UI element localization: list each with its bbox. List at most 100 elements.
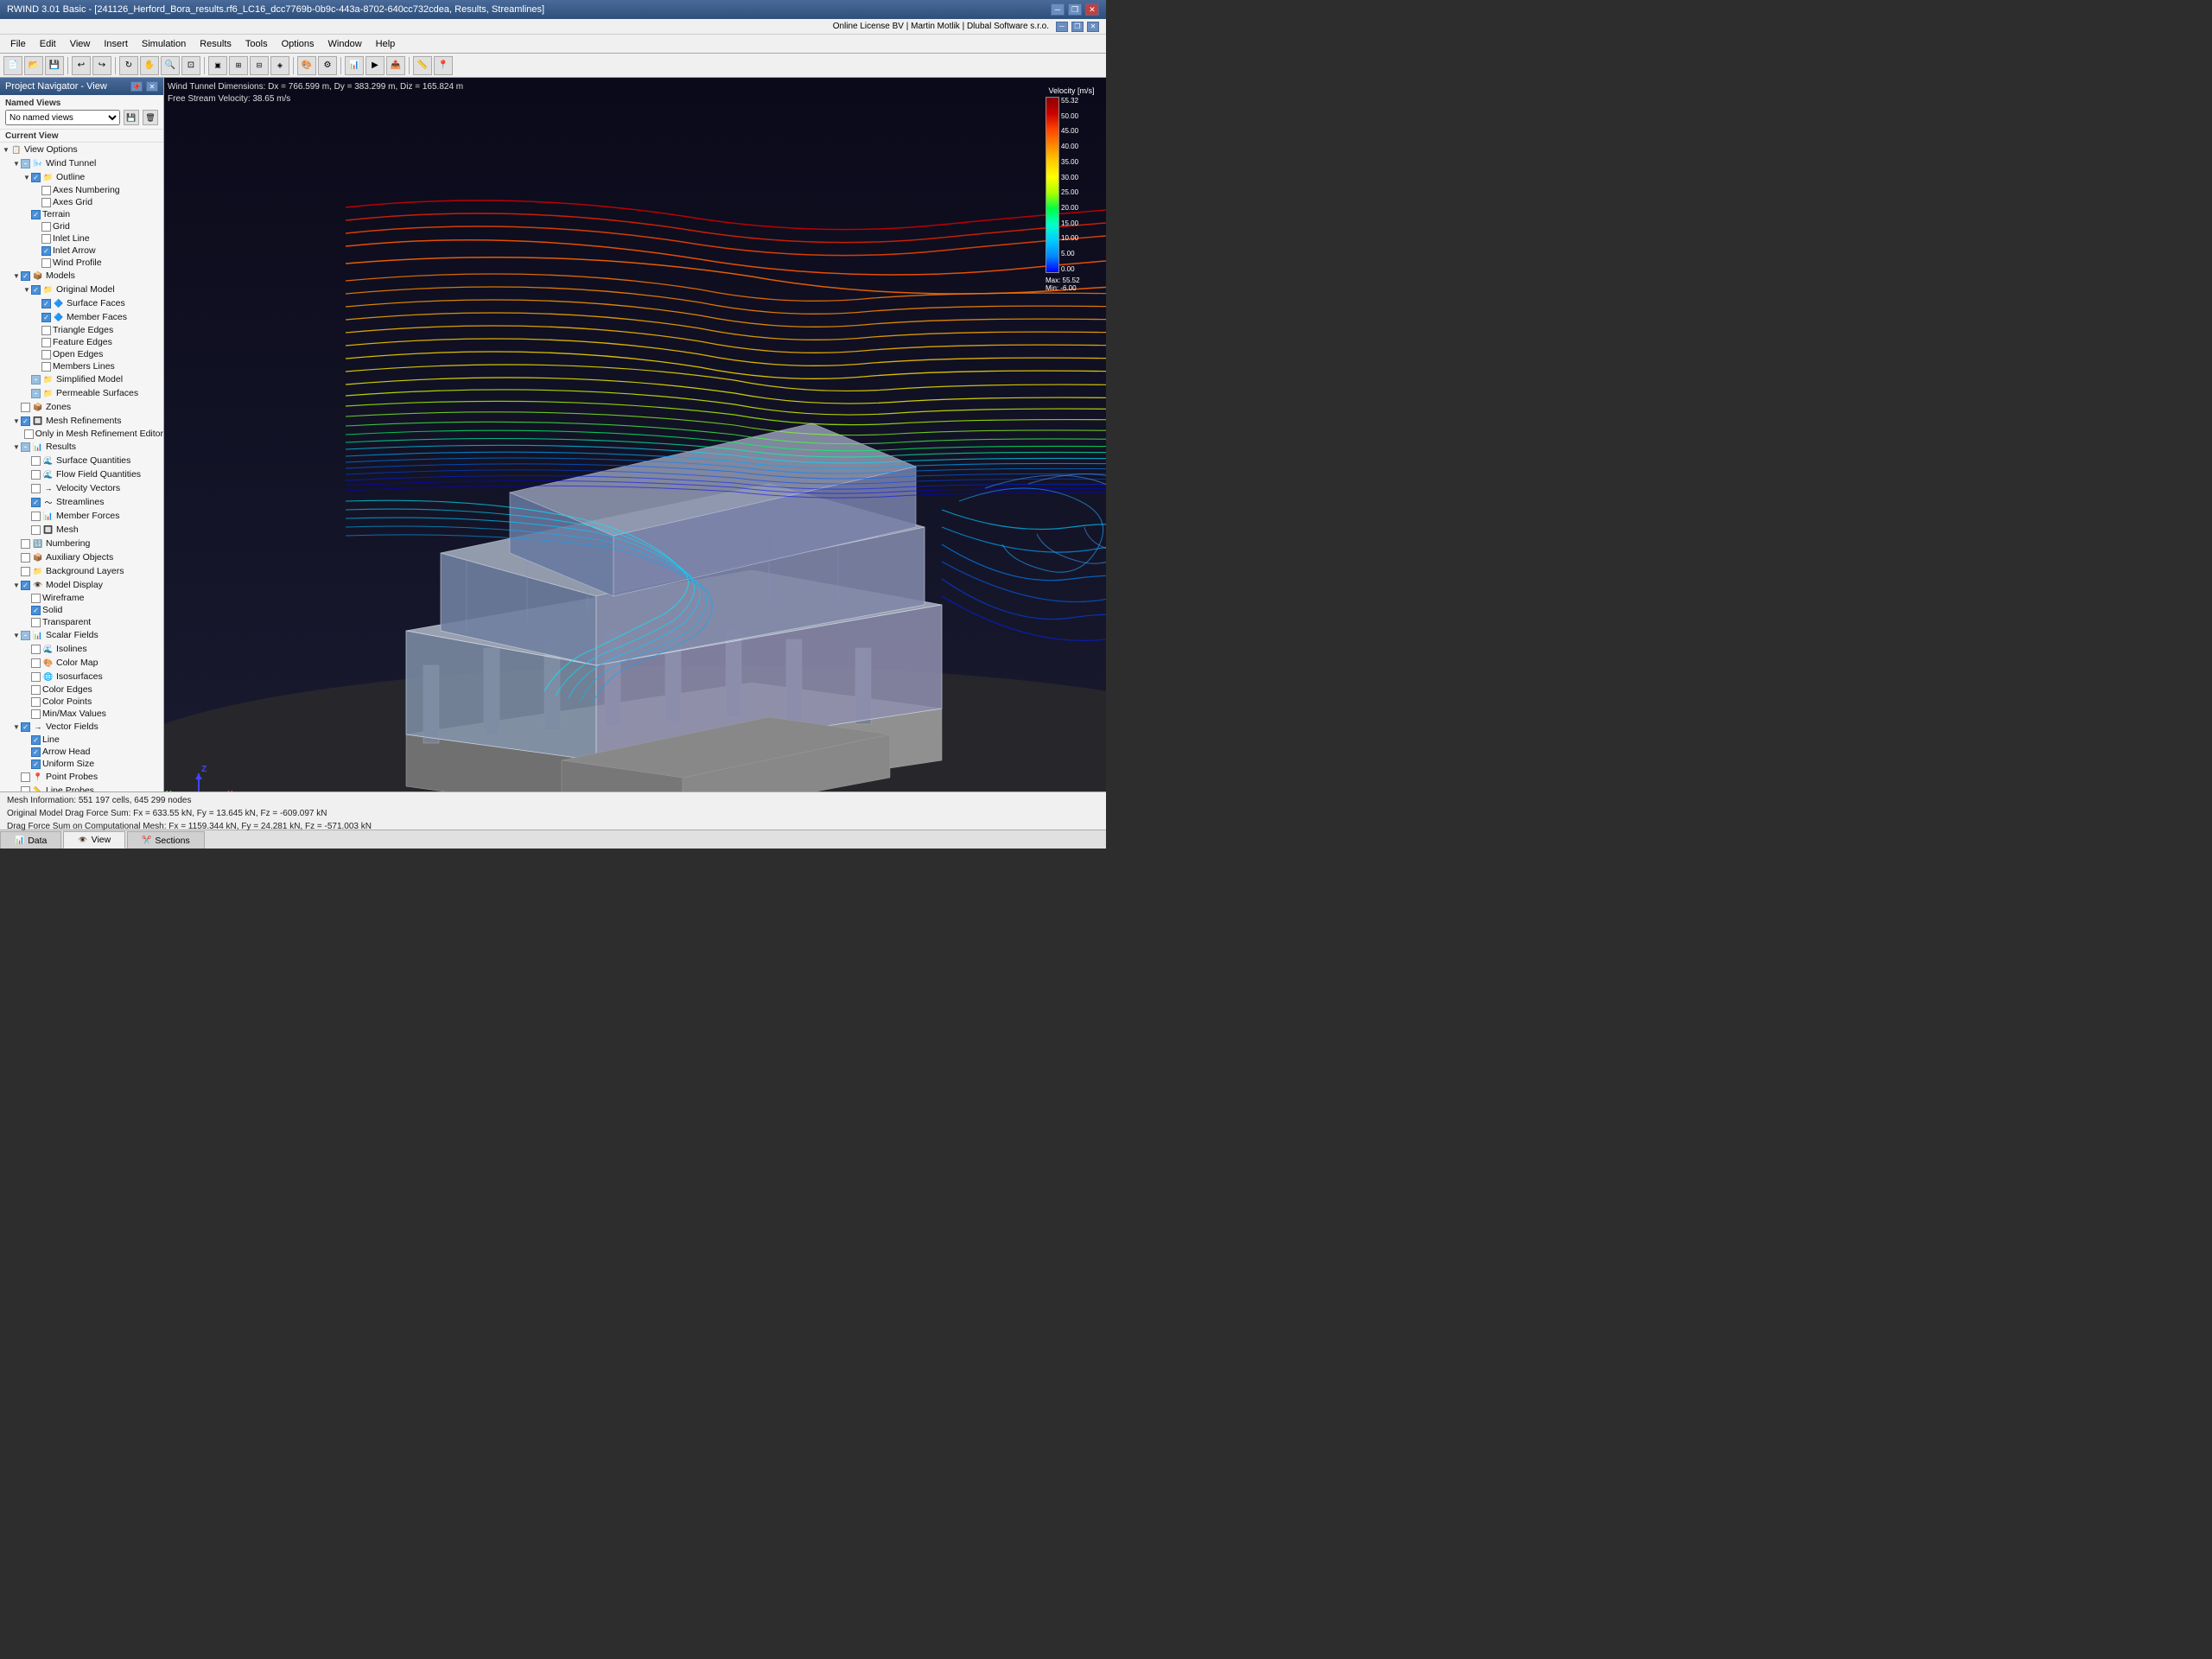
render-button[interactable]: 🎨 xyxy=(297,56,316,75)
tree-item-color-edges[interactable]: Color Edges xyxy=(0,683,163,696)
tab-data[interactable]: 📊 Data xyxy=(0,831,61,849)
tree-item-color-map[interactable]: 🎨Color Map xyxy=(0,656,163,670)
tree-item-original-model[interactable]: ▼📁Original Model xyxy=(0,283,163,296)
toggle-models[interactable]: ▼ xyxy=(12,271,21,280)
tree-item-line-probes[interactable]: 📏Line Probes xyxy=(0,784,163,791)
checkbox-models[interactable] xyxy=(21,271,30,281)
checkbox-model-display[interactable] xyxy=(21,581,30,590)
checkbox-transparent[interactable] xyxy=(31,618,41,627)
checkbox-feature-edges[interactable] xyxy=(41,338,51,347)
checkbox-original-model[interactable] xyxy=(31,285,41,295)
tree-item-zones[interactable]: 📦Zones xyxy=(0,400,163,414)
checkbox-scalar-fields[interactable] xyxy=(21,631,30,640)
license-close[interactable]: ✕ xyxy=(1087,22,1099,32)
restore-button[interactable]: ❐ xyxy=(1068,3,1082,16)
zoom-fit-button[interactable]: ⊡ xyxy=(181,56,200,75)
checkbox-axes-numbering[interactable] xyxy=(41,186,51,195)
tree-item-background-layers[interactable]: 📁Background Layers xyxy=(0,564,163,578)
toggle-results[interactable]: ▼ xyxy=(12,442,21,451)
tree-item-point-probes[interactable]: 📍Point Probes xyxy=(0,770,163,784)
menu-item-results[interactable]: Results xyxy=(193,37,238,51)
tab-sections[interactable]: ✂️ Sections xyxy=(127,831,205,849)
checkbox-point-probes[interactable] xyxy=(21,772,30,782)
open-button[interactable]: 📂 xyxy=(24,56,43,75)
settings-button[interactable]: ⚙ xyxy=(318,56,337,75)
menu-item-view[interactable]: View xyxy=(63,37,98,51)
tree-item-axes-numbering[interactable]: Axes Numbering xyxy=(0,184,163,196)
tree-item-open-edges[interactable]: Open Edges xyxy=(0,348,163,360)
checkbox-min-max-values[interactable] xyxy=(31,709,41,719)
tree-item-color-points[interactable]: Color Points xyxy=(0,696,163,708)
checkbox-wind-tunnel[interactable] xyxy=(21,159,30,168)
rotate-button[interactable]: ↻ xyxy=(119,56,138,75)
tree-item-feature-edges[interactable]: Feature Edges xyxy=(0,336,163,348)
export-button[interactable]: 📤 xyxy=(386,56,405,75)
undo-button[interactable]: ↩ xyxy=(72,56,91,75)
checkbox-vector-fields[interactable] xyxy=(21,722,30,732)
named-views-dropdown[interactable]: No named views xyxy=(5,110,120,125)
tree-item-solid[interactable]: Solid xyxy=(0,604,163,616)
checkbox-triangle-edges[interactable] xyxy=(41,326,51,335)
checkbox-member-forces[interactable] xyxy=(31,512,41,521)
zoom-button[interactable]: 🔍 xyxy=(161,56,180,75)
results-button[interactable]: 📊 xyxy=(345,56,364,75)
tree-item-wireframe[interactable]: Wireframe xyxy=(0,592,163,604)
toggle-wind-tunnel[interactable]: ▼ xyxy=(12,159,21,168)
tab-view[interactable]: 👁️ View xyxy=(63,831,125,849)
toggle-original-model[interactable]: ▼ xyxy=(22,285,31,294)
checkbox-surface-faces[interactable] xyxy=(41,299,51,308)
tree-item-grid[interactable]: Grid xyxy=(0,220,163,232)
checkbox-background-layers[interactable] xyxy=(21,567,30,576)
checkbox-grid[interactable] xyxy=(41,222,51,232)
menu-item-edit[interactable]: Edit xyxy=(33,37,63,51)
minimize-button[interactable]: ─ xyxy=(1051,3,1065,16)
close-button[interactable]: ✕ xyxy=(1085,3,1099,16)
menu-item-simulation[interactable]: Simulation xyxy=(135,37,193,51)
toggle-outline[interactable]: ▼ xyxy=(22,173,31,181)
tree-item-arrow-head[interactable]: Arrow Head xyxy=(0,746,163,758)
tree-item-only-in-mesh-refinement[interactable]: Only in Mesh Refinement Editor xyxy=(0,428,163,440)
toggle-scalar-fields[interactable]: ▼ xyxy=(12,631,21,639)
checkbox-line[interactable] xyxy=(31,735,41,745)
tree-item-terrain[interactable]: Terrain xyxy=(0,208,163,220)
checkbox-members-lines[interactable] xyxy=(41,362,51,372)
tree-item-velocity-vectors[interactable]: →Velocity Vectors xyxy=(0,481,163,495)
checkbox-isosurfaces[interactable] xyxy=(31,672,41,682)
checkbox-inlet-arrow[interactable] xyxy=(41,246,51,256)
checkbox-open-edges[interactable] xyxy=(41,350,51,359)
tree-item-surface-quantities[interactable]: 🌊Surface Quantities xyxy=(0,454,163,467)
toggle-vector-fields[interactable]: ▼ xyxy=(12,722,21,731)
pan-button[interactable]: ✋ xyxy=(140,56,159,75)
tree-item-flow-field-quantities[interactable]: 🌊Flow Field Quantities xyxy=(0,467,163,481)
checkbox-auxiliary-objects[interactable] xyxy=(21,553,30,563)
menu-item-help[interactable]: Help xyxy=(369,37,403,51)
checkbox-mesh[interactable] xyxy=(31,525,41,535)
tree-item-isolines[interactable]: 🌊Isolines xyxy=(0,642,163,656)
tree-item-inlet-arrow[interactable]: Inlet Arrow xyxy=(0,245,163,257)
menu-item-insert[interactable]: Insert xyxy=(97,37,135,51)
checkbox-axes-grid[interactable] xyxy=(41,198,51,207)
tree-item-permeable-surfaces[interactable]: 📁Permeable Surfaces xyxy=(0,386,163,400)
checkbox-uniform-size[interactable] xyxy=(31,760,41,769)
checkbox-solid[interactable] xyxy=(31,606,41,615)
tree-item-numbering[interactable]: 🔢Numbering xyxy=(0,537,163,550)
named-views-save[interactable]: 💾 xyxy=(124,110,139,125)
nav-close-button[interactable]: ✕ xyxy=(146,81,158,92)
tree-item-outline[interactable]: ▼📁Outline xyxy=(0,170,163,184)
menu-item-file[interactable]: File xyxy=(3,37,33,51)
checkbox-only-in-mesh-refinement[interactable] xyxy=(24,429,34,439)
checkbox-wind-profile[interactable] xyxy=(41,258,51,268)
checkbox-member-faces[interactable] xyxy=(41,313,51,322)
checkbox-velocity-vectors[interactable] xyxy=(31,484,41,493)
tree-item-line[interactable]: Line xyxy=(0,734,163,746)
tree-item-results[interactable]: ▼📊Results xyxy=(0,440,163,454)
view-top[interactable]: ⊞ xyxy=(229,56,248,75)
tree-item-view-options[interactable]: ▼📋View Options xyxy=(0,143,163,156)
tree-item-transparent[interactable]: Transparent xyxy=(0,616,163,628)
tree-item-auxiliary-objects[interactable]: 📦Auxiliary Objects xyxy=(0,550,163,564)
checkbox-wireframe[interactable] xyxy=(31,594,41,603)
tree-item-member-forces[interactable]: 📊Member Forces xyxy=(0,509,163,523)
viewport[interactable]: Wind Tunnel Dimensions: Dx = 766.599 m, … xyxy=(164,78,1106,791)
tree-item-members-lines[interactable]: Members Lines xyxy=(0,360,163,372)
tree-item-models[interactable]: ▼📦Models xyxy=(0,269,163,283)
